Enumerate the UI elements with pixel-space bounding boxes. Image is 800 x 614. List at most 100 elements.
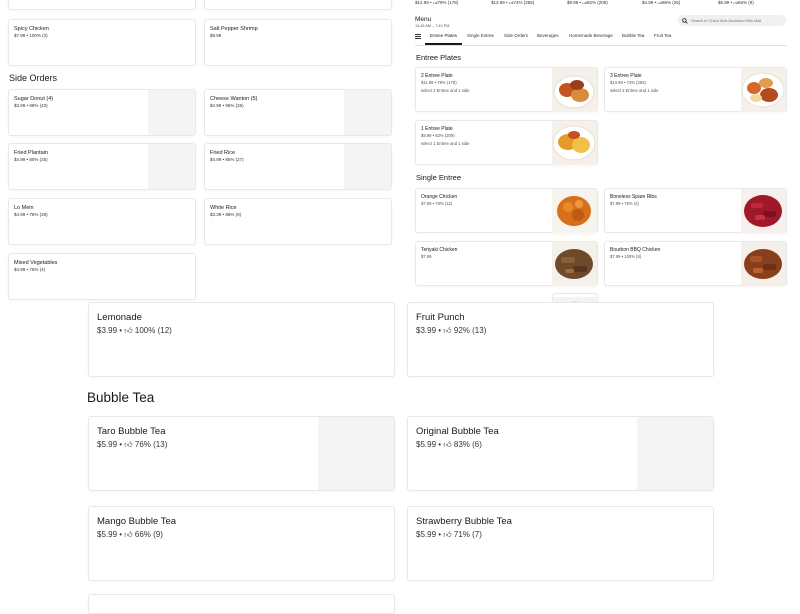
menu-item-card[interactable]: Bourbon BBQ Chicken $7.99 • 100% (6) (604, 241, 787, 286)
menu-hours: 10:45 AM – 7:40 PM (415, 24, 450, 28)
item-name: Original Bubble Tea (416, 426, 499, 437)
nav-divider (415, 44, 787, 45)
menu-item-card[interactable]: Spicy Chicken $7.99 • 100% (3) (8, 19, 196, 66)
strip-item: $5.99 • 👍︎66% (9) (718, 0, 754, 5)
item-image (148, 90, 195, 135)
menu-item-card[interactable]: 1 Entree Plate $9.99 • 82% (209) select … (415, 120, 598, 165)
item-image (741, 242, 786, 286)
item-meta: $4.99 • 96% (26) (210, 103, 244, 108)
item-name: Salt Pepper Shrimp (210, 26, 258, 32)
thumbs-up-icon: 👍︎ (124, 530, 133, 539)
item-meta: $4.99 • 85% (27) (210, 157, 244, 162)
tab-beverages[interactable]: Beverages (537, 33, 559, 38)
tab-bubble-tea[interactable]: Bubble Tea (622, 33, 644, 38)
item-name: Sugar Donut (4) (14, 96, 54, 102)
menu-item-card-partial[interactable] (88, 594, 395, 614)
item-meta: $4.99 • 75% (4) (14, 267, 46, 272)
tab-homemade-beverage[interactable]: Homemade Beverage (569, 33, 613, 38)
item-image (637, 417, 713, 490)
menu-item-card[interactable]: Fried Rice $4.99 • 85% (27) (204, 143, 392, 190)
item-meta: $7.99 (421, 254, 432, 259)
item-meta: $13.99 • 74% (255) (610, 80, 646, 85)
item-image (741, 189, 786, 233)
item-name: Teriyaki Chicken (421, 247, 458, 253)
strip-item: $4.99 • 👍︎96% (26) (642, 0, 681, 5)
section-title-side-orders: Side Orders (9, 73, 58, 83)
item-name: Mango Bubble Tea (97, 516, 177, 527)
menu-list-icon[interactable] (415, 34, 421, 39)
item-image (318, 417, 394, 490)
item-name: Lemonade (97, 312, 142, 323)
item-name: Boneless Spare Ribs (610, 194, 657, 200)
menu-item-card[interactable]: Mixed Vegetables $4.99 • 75% (4) (8, 253, 196, 300)
section-title-bubble-tea: Bubble Tea (87, 390, 155, 405)
item-image (148, 144, 195, 189)
item-meta: $5.99 • 👍︎ 83% (6) (416, 440, 482, 449)
item-name: Mixed Vegetables (14, 260, 58, 266)
tab-fruit-tea[interactable]: Fruit Tea (654, 33, 671, 38)
item-image (552, 68, 597, 112)
tab-entree-plates[interactable]: Entree Plates (430, 33, 457, 38)
item-name: Spicy Chicken (14, 26, 49, 32)
menu-item-card[interactable]: Sugar Donut (4) $3.99 • 88% (43) (8, 89, 196, 136)
strip-item: $13.99 • 👍︎74% (255) (491, 0, 535, 5)
item-name: 3 Entree Plate (610, 73, 642, 79)
thumbs-up-icon: 👍︎ (443, 530, 452, 539)
tab-single-entree[interactable]: Single Entree (467, 33, 494, 38)
section-title-entree-plates: Entree Plates (416, 53, 462, 62)
thumbs-up-icon: 👍︎ (443, 440, 452, 449)
item-meta: $3.99 • 88% (43) (14, 103, 48, 108)
menu-item-card[interactable]: Cheese Wanton (5) $4.99 • 96% (26) (204, 89, 392, 136)
item-meta: $5.99 • 👍︎ 71% (7) (416, 530, 482, 539)
strip-item: $9.99 • 👍︎82% (209) (567, 0, 608, 5)
item-image (344, 144, 391, 189)
item-description: select 2 Entree and 1 side (421, 88, 470, 93)
thumbs-up-icon: 👍︎ (443, 326, 452, 335)
menu-item-card[interactable]: 2 Entree Plate $11.99 • 79% (178) select… (415, 67, 598, 112)
item-name: White Rice (210, 205, 237, 211)
item-description: select 1 Entree and 1 side (421, 141, 470, 146)
item-name: Fried Plantain (14, 150, 48, 156)
section-title-single-entree: Single Entree (416, 173, 462, 182)
menu-item-card[interactable]: Lo Mein $4.99 • 78% (28) (8, 198, 196, 245)
item-image (552, 189, 597, 233)
item-meta: $7.99 • 79% (12) (421, 201, 453, 206)
item-name: Fried Rice (210, 150, 236, 156)
menu-item-card[interactable]: Original Bubble Tea $5.99 • 👍︎ 83% (6) (407, 416, 714, 491)
menu-item-card[interactable]: Fruit Punch $3.99 • 👍︎ 92% (13) (407, 302, 714, 377)
strip-item: $12.99 • 👍︎79% (178) (415, 0, 459, 5)
menu-item-card[interactable]: Strawberry Bubble Tea $5.99 • 👍︎ 71% (7) (407, 506, 714, 581)
item-meta: $11.99 • 79% (178) (421, 80, 457, 85)
menu-item-card[interactable]: Salt Pepper Shrimp $9.99 (204, 19, 392, 66)
item-name: Strawberry Bubble Tea (416, 516, 512, 527)
menu-card[interactable] (8, 0, 196, 10)
menu-item-card[interactable]: Taro Bubble Tea $5.99 • 👍︎ 76% (13) (88, 416, 395, 491)
menu-card[interactable] (204, 0, 392, 10)
item-name: 1 Entree Plate (421, 126, 453, 132)
item-image (344, 90, 391, 135)
item-meta: $9.99 (210, 33, 222, 38)
item-meta: $7.99 • 100% (3) (14, 33, 48, 38)
search-placeholder: Search in China Wok Buckland Hills Mall (691, 18, 762, 23)
item-meta: $3.99 • 👍︎ 92% (13) (416, 326, 487, 335)
item-meta: $4.99 • 78% (28) (14, 212, 48, 217)
menu-item-card[interactable]: Lemonade $3.99 • 👍︎ 100% (12) (88, 302, 395, 377)
menu-title: Menu (415, 16, 432, 23)
menu-item-card[interactable]: Boneless Spare Ribs $7.99 • 75% (4) (604, 188, 787, 233)
item-name: Cheese Wanton (5) (210, 96, 258, 102)
menu-item-card[interactable]: Fried Plantain $4.99 • 80% (25) (8, 143, 196, 190)
menu-item-card[interactable]: Teriyaki Chicken $7.99 (415, 241, 598, 286)
search-bar[interactable]: Search in China Wok Buckland Hills Mall (678, 15, 786, 26)
item-meta: $4.99 • 80% (25) (14, 157, 48, 162)
item-meta: $3.39 • 88% (9) (210, 212, 242, 217)
item-name: Lo Mein (14, 205, 34, 211)
item-meta: $9.99 • 82% (209) (421, 133, 455, 138)
item-description: select 3 Entree and 1 side (610, 88, 659, 93)
menu-item-card[interactable]: Orange Chicken $7.99 • 79% (12) (415, 188, 598, 233)
menu-item-card[interactable]: Mango Bubble Tea $5.99 • 👍︎ 66% (9) (88, 506, 395, 581)
item-name: Bourbon BBQ Chicken (610, 247, 661, 253)
menu-item-card[interactable]: 3 Entree Plate $13.99 • 74% (255) select… (604, 67, 787, 112)
item-image (552, 121, 597, 165)
menu-item-card[interactable]: White Rice $3.39 • 88% (9) (204, 198, 392, 245)
tab-side-orders[interactable]: Side Orders (504, 33, 528, 38)
